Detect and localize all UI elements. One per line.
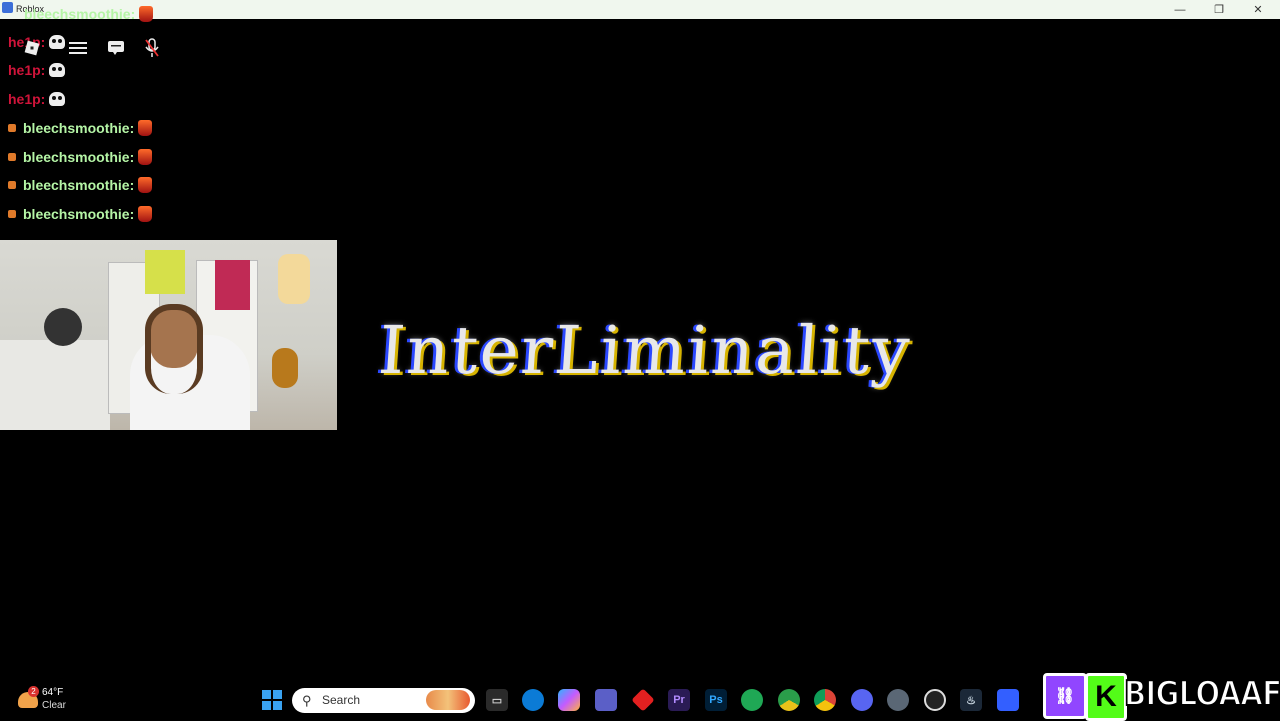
close-button[interactable]: ✕ bbox=[1238, 0, 1278, 19]
chat-icon[interactable] bbox=[102, 34, 130, 62]
badge-icon bbox=[8, 181, 16, 189]
streamer-hair bbox=[145, 304, 203, 394]
stream-branding: ⛓ K BIGLOAAF bbox=[1040, 670, 1280, 721]
weather-temperature[interactable]: 64°F bbox=[42, 687, 63, 698]
teams-icon[interactable] bbox=[595, 689, 617, 711]
fire-icon bbox=[138, 206, 153, 222]
chat-author: bleechsmoothie: bbox=[23, 149, 135, 165]
search-icon: ⚲ bbox=[302, 693, 312, 708]
weather-badge: 2 bbox=[28, 686, 39, 697]
chat-message: bleechsmoothie: bbox=[24, 6, 154, 22]
badge-icon bbox=[8, 210, 16, 218]
webcam-poster bbox=[278, 254, 310, 304]
chat-author: he1p: bbox=[8, 62, 46, 78]
roblox-topbar bbox=[18, 34, 168, 62]
game-title: InterLiminality bbox=[376, 311, 914, 389]
search-highlight-icon bbox=[426, 690, 470, 710]
settings-icon[interactable] bbox=[887, 689, 909, 711]
chat-author: bleechsmoothie: bbox=[23, 177, 135, 193]
webcam-shelf bbox=[0, 340, 110, 430]
chat-message: he1p: bbox=[8, 62, 66, 78]
photoshop-icon[interactable]: Ps bbox=[705, 689, 727, 711]
mic-muted-icon[interactable] bbox=[138, 34, 166, 62]
chat-message: bleechsmoothie: bbox=[8, 206, 153, 222]
taskbar-search[interactable]: ⚲ Search bbox=[292, 688, 475, 713]
obs-icon[interactable] bbox=[924, 689, 946, 711]
steam-icon[interactable]: ♨ bbox=[960, 689, 982, 711]
chat-message: bleechsmoothie: bbox=[8, 120, 153, 136]
webcam-fan bbox=[44, 308, 82, 346]
roblox-app-icon bbox=[2, 2, 13, 13]
roblox-logo-icon[interactable] bbox=[18, 34, 46, 62]
chrome-green-icon[interactable] bbox=[778, 689, 800, 711]
webcam-poster bbox=[145, 250, 185, 294]
twitch-icon: ⛓ bbox=[1043, 673, 1087, 719]
edge-icon[interactable] bbox=[522, 689, 544, 711]
webcam-guitar bbox=[272, 348, 298, 388]
chat-message: he1p: bbox=[8, 91, 66, 107]
task-view-icon[interactable]: ▭ bbox=[486, 689, 508, 711]
chat-message: bleechsmoothie: bbox=[8, 177, 153, 193]
start-icon[interactable] bbox=[261, 689, 283, 711]
chat-author: bleechsmoothie: bbox=[23, 120, 135, 136]
discord-icon[interactable] bbox=[851, 689, 873, 711]
minimize-button[interactable]: — bbox=[1160, 0, 1200, 19]
premiere-icon[interactable]: Pr bbox=[668, 689, 690, 711]
kick-icon: K bbox=[1085, 673, 1127, 721]
webcam-poster bbox=[215, 260, 250, 310]
chat-author: bleechsmoothie: bbox=[23, 206, 135, 222]
search-label: Search bbox=[322, 693, 361, 707]
chat-message: bleechsmoothie: bbox=[8, 149, 153, 165]
restore-button[interactable]: ❐ bbox=[1199, 0, 1239, 19]
skull-icon bbox=[49, 92, 66, 106]
roblox-taskbar-icon[interactable] bbox=[997, 689, 1019, 711]
webcam-feed bbox=[0, 240, 337, 430]
copilot-icon[interactable] bbox=[558, 689, 580, 711]
chrome-icon[interactable] bbox=[814, 689, 836, 711]
chat-author: bleechsmoothie: bbox=[24, 6, 136, 22]
window-titlebar: Roblox — ❐ ✕ bbox=[0, 0, 1280, 19]
skull-icon bbox=[49, 63, 66, 77]
badge-icon bbox=[8, 124, 16, 132]
whatsapp-icon[interactable] bbox=[741, 689, 763, 711]
badge-icon bbox=[8, 153, 16, 161]
fire-icon bbox=[138, 120, 153, 136]
chat-author: he1p: bbox=[8, 91, 46, 107]
fire-icon bbox=[138, 149, 153, 165]
fire-icon bbox=[138, 177, 153, 193]
fire-icon bbox=[139, 6, 154, 22]
streamer-handle: BIGLOAAF bbox=[1123, 673, 1280, 715]
menu-icon[interactable] bbox=[64, 34, 92, 62]
weather-condition[interactable]: Clear bbox=[42, 700, 66, 711]
